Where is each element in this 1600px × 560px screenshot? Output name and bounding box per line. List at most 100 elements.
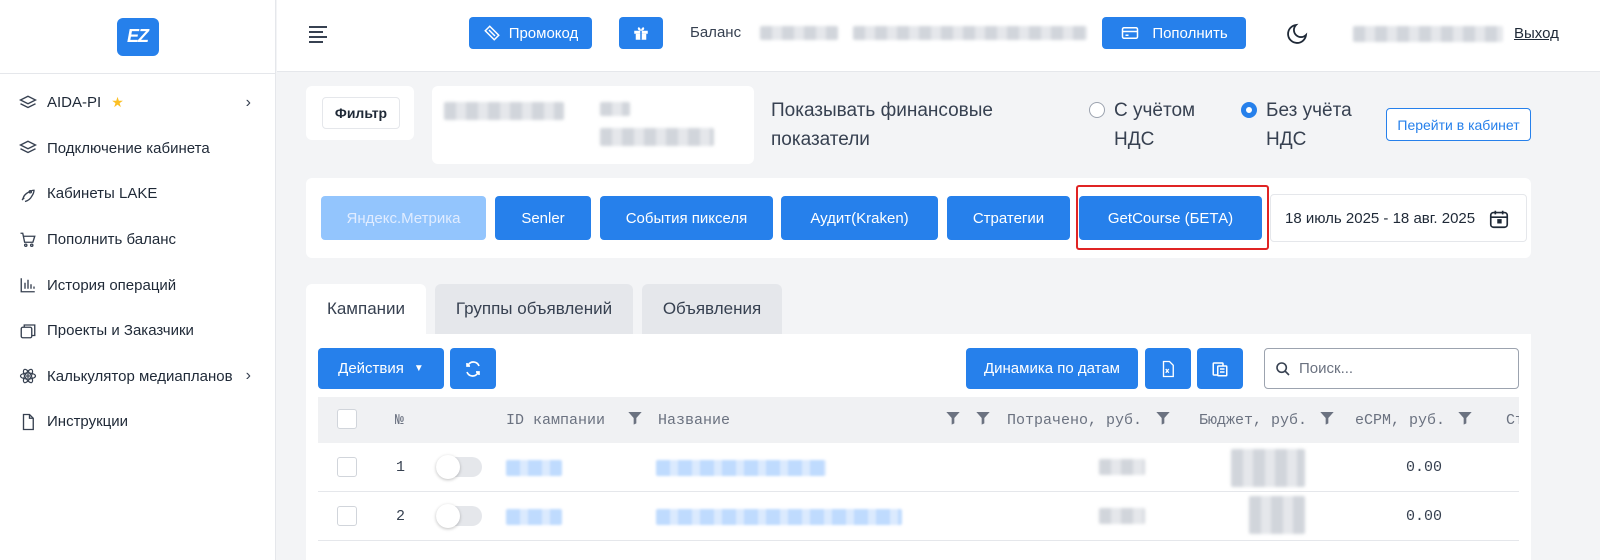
sidebar-item-label: Инструкции (47, 413, 129, 431)
calendar-icon[interactable] (1488, 208, 1510, 230)
account-id-redacted (600, 102, 630, 116)
row-ecpm: 0.00 (1406, 508, 1443, 525)
filter-funnel-icon[interactable] (975, 410, 991, 426)
sidebar-item-connect-cabinet[interactable]: Подключение кабинета (0, 126, 275, 172)
col-name: Название (658, 412, 731, 429)
sidebar: EZ AIDA-PI ★ › Подключение кабинета Каби… (0, 0, 276, 560)
sidebar-item-aida-pi[interactable]: AIDA-PI ★ › (0, 80, 275, 126)
col-spent: Потрачено, руб. (1007, 412, 1143, 429)
promo-button[interactable]: Промокод (469, 17, 592, 49)
layers-icon (18, 138, 38, 158)
bar-chart-icon (18, 275, 38, 295)
row-ecpm: 0.00 (1406, 459, 1443, 476)
radio-circle[interactable] (1089, 102, 1105, 118)
spent-redacted (1099, 459, 1145, 475)
select-all-checkbox[interactable] (337, 409, 357, 429)
sidebar-item-history[interactable]: История операций (0, 262, 275, 308)
table-header: № ID кампании Название Потрачено, руб. Б… (318, 397, 1519, 443)
logo-area: EZ (0, 0, 275, 74)
moon-icon[interactable] (1285, 22, 1309, 46)
pixel-events-button[interactable]: События пикселя (600, 196, 773, 240)
export-xls-button[interactable] (1145, 348, 1191, 389)
campaign-id-redacted[interactable] (506, 509, 562, 525)
col-budget: Бюджет, руб. (1199, 412, 1308, 429)
campaign-name-redacted[interactable] (656, 509, 902, 525)
table-row[interactable]: 2 0.00 (318, 492, 1519, 541)
tab-campaigns[interactable]: Кампании (306, 284, 426, 334)
radio-with-vat[interactable]: С учётом НДС (1089, 96, 1229, 154)
radio-without-vat[interactable]: Без учёта НДС (1241, 96, 1381, 154)
sidebar-item-label: Кабинеты LAKE (47, 185, 158, 203)
refresh-button[interactable] (450, 348, 496, 389)
caret-down-icon: ▼ (413, 363, 424, 374)
filter-button[interactable]: Фильтр (322, 97, 400, 129)
sidebar-item-label: Проекты и Заказчики (47, 322, 194, 340)
campaign-toggle[interactable] (436, 455, 482, 479)
filter-funnel-icon[interactable] (945, 410, 961, 426)
row-checkbox[interactable] (337, 506, 357, 526)
star-icon: ★ (111, 94, 124, 111)
stack-icon (18, 321, 38, 341)
balance-value-redacted (760, 26, 838, 40)
logout-link[interactable]: Выход (1514, 25, 1559, 42)
campaign-name-redacted[interactable] (656, 460, 826, 476)
account-name-redacted (444, 102, 564, 120)
tab-ads[interactable]: Объявления (642, 284, 782, 334)
spent-redacted (1099, 508, 1145, 524)
budget-redacted (1249, 496, 1305, 534)
senler-button[interactable]: Senler (495, 196, 591, 240)
rocket-icon (18, 184, 38, 204)
dynamics-by-dates-button[interactable]: Динамика по датам (966, 348, 1138, 389)
date-range-text: 18 июль 2025 - 18 авг. 2025 (1285, 209, 1476, 227)
atom-icon (18, 366, 38, 386)
filter-funnel-icon[interactable] (1319, 410, 1335, 426)
sidebar-item-label: Подключение кабинета (47, 139, 210, 157)
goto-cabinet-button[interactable]: Перейти в кабинет (1386, 108, 1531, 141)
yandex-metrika-button[interactable]: Яндекс.Метрика (321, 196, 486, 240)
topup-button[interactable]: Пополнить (1102, 17, 1246, 49)
chevron-right-icon: › (245, 367, 251, 385)
audit-kraken-button[interactable]: Аудит(Kraken) (781, 196, 938, 240)
sidebar-item-lake-cabinets[interactable]: Кабинеты LAKE (0, 171, 275, 217)
getcourse-button[interactable]: GetCourse (БЕТА) (1079, 196, 1262, 240)
tab-ad-groups[interactable]: Группы объявлений (435, 284, 633, 334)
user-name-redacted (1353, 26, 1503, 42)
col-ecpm: eCPM, руб. (1355, 412, 1446, 429)
sidebar-item-instructions[interactable]: Инструкции (0, 399, 275, 445)
row-checkbox[interactable] (337, 457, 357, 477)
date-range-picker[interactable]: 18 июль 2025 - 18 авг. 2025 (1270, 194, 1527, 242)
actions-label: Действия (338, 360, 404, 377)
sidebar-item-label: AIDA-PI (47, 94, 102, 112)
sidebar-item-label: Пополнить баланс (47, 231, 176, 249)
xls-file-icon (1162, 360, 1174, 377)
gift-icon (634, 27, 648, 40)
actions-dropdown-button[interactable]: Действия ▼ (318, 348, 444, 389)
sidebar-item-label: Калькулятор медиапланов (47, 367, 233, 385)
account-extra-redacted (600, 128, 714, 146)
gift-button[interactable] (619, 17, 663, 49)
filter-card: Фильтр (306, 86, 414, 140)
col-status: Ст (1506, 412, 1519, 429)
table-row[interactable]: 1 0.00 (318, 443, 1519, 492)
sidebar-item-topup-balance[interactable]: Пополнить баланс (0, 217, 275, 263)
filter-funnel-icon[interactable] (1457, 410, 1473, 426)
campaign-toggle[interactable] (436, 504, 482, 528)
sidebar-item-projects[interactable]: Проекты и Заказчики (0, 308, 275, 354)
app-logo[interactable]: EZ (116, 17, 159, 56)
col-campaign-id: ID кампании (506, 412, 606, 429)
search-input[interactable] (1299, 360, 1499, 377)
filter-funnel-icon[interactable] (1155, 410, 1171, 426)
campaign-id-redacted[interactable] (506, 460, 562, 476)
financial-indicators-label: Показывать финансовые показатели (771, 100, 993, 150)
budget-redacted (1231, 449, 1305, 487)
search-box[interactable] (1264, 348, 1519, 389)
copy-icon (1212, 361, 1228, 376)
copy-table-button[interactable] (1197, 348, 1243, 389)
radio-label: Без учёта НДС (1266, 100, 1352, 150)
strategies-button[interactable]: Стратегии (947, 196, 1070, 240)
filter-funnel-icon[interactable] (627, 410, 643, 426)
radio-circle-selected[interactable] (1241, 102, 1257, 118)
menu-icon[interactable] (309, 26, 327, 43)
search-icon (1276, 361, 1290, 376)
sidebar-item-mediaplan-calculator[interactable]: Калькулятор медиапланов › (0, 354, 275, 400)
